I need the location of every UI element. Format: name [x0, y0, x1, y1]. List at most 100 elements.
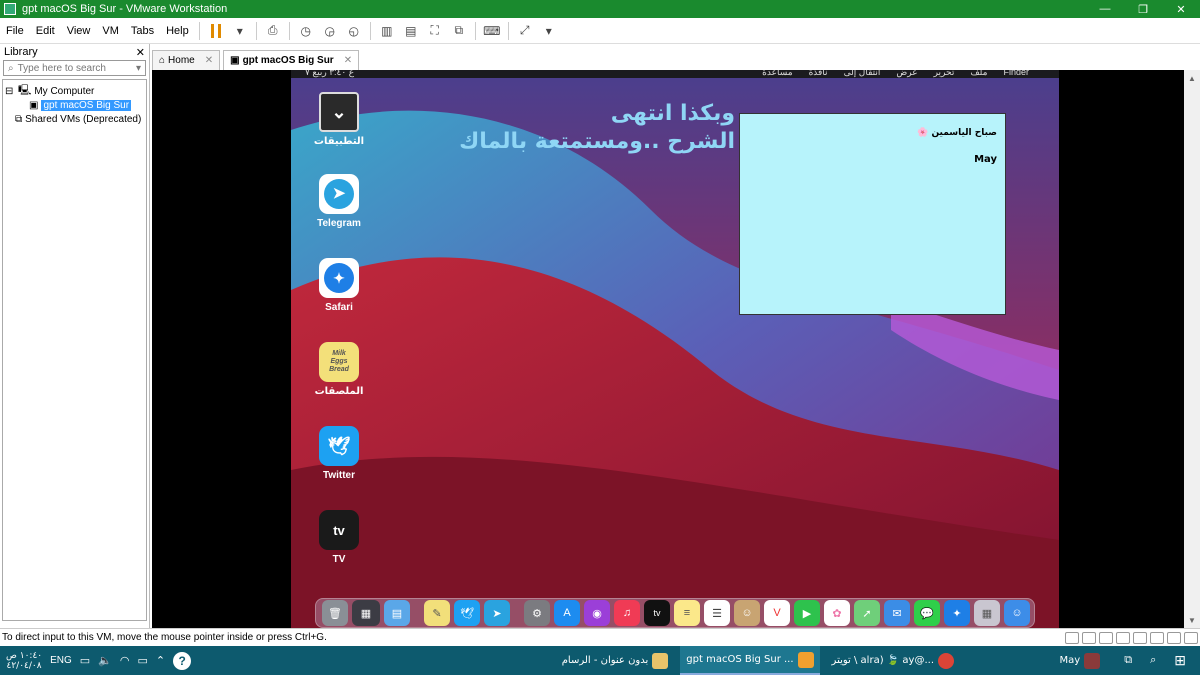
desktop-icon-telegram[interactable]: ➤ Telegram	[311, 174, 367, 229]
minimize-button[interactable]: —	[1086, 0, 1124, 18]
close-button[interactable]: ✕	[1162, 0, 1200, 18]
message-log-icon[interactable]	[1184, 631, 1198, 644]
mac-menu-window[interactable]: نافذة	[809, 70, 828, 77]
stretch-guest-icon[interactable]: ⤢	[513, 21, 537, 41]
taskbar-clock[interactable]: ١٠:٤٠ ص ٤٢/٠٤/٠٨	[6, 651, 42, 671]
collapse-icon[interactable]: ⊟	[5, 86, 15, 97]
network-adapter-icon[interactable]	[1099, 631, 1113, 644]
close-icon[interactable]: ✕	[205, 55, 213, 66]
dropdown-arrow-icon[interactable]: ▾	[228, 21, 252, 41]
tab-vm[interactable]: ▣ gpt macOS Big Sur ✕	[223, 50, 360, 70]
close-icon[interactable]: ✕	[344, 55, 352, 66]
language-indicator[interactable]: ENG	[50, 655, 72, 666]
podcasts-icon[interactable]: ◉	[584, 600, 610, 626]
media-browser-icon[interactable]: ▦	[352, 600, 380, 626]
mac-menu-view[interactable]: عرض	[896, 70, 917, 77]
music-icon[interactable]: ♫	[614, 600, 640, 626]
folder-icon[interactable]: ▤	[384, 600, 410, 626]
snapshot-icon[interactable]: ◷	[294, 21, 318, 41]
full-screen-icon[interactable]: ⛶	[423, 21, 447, 41]
reminders-icon[interactable]: ☰	[704, 600, 730, 626]
taskbar-app-chrome[interactable]: تويتر \ alra) 🍃 ay@...	[826, 646, 960, 675]
printer-icon[interactable]	[1133, 631, 1147, 644]
clock-date: ٤٢/٠٤/٠٨	[6, 660, 42, 671]
revert-snapshot-icon[interactable]: ◶	[318, 21, 342, 41]
desktop-icon-applications[interactable]: ⌄ التطبيقات	[311, 92, 367, 147]
desktop-icon-tv[interactable]: tv TV	[311, 510, 367, 565]
tree-item-shared-vms[interactable]: ⧉ Shared VMs (Deprecated)	[5, 112, 144, 126]
sound-card-icon[interactable]	[1150, 631, 1164, 644]
mac-menu-go[interactable]: انتقال إلى	[844, 70, 881, 77]
sticky-note-window[interactable]: صباح الياسمين 🌸 May	[739, 113, 1006, 315]
close-icon[interactable]: ✕	[136, 46, 145, 59]
send-ctrl-alt-del-icon[interactable]: ⎙	[261, 21, 285, 41]
chevron-up-icon[interactable]: ⌃	[156, 654, 165, 667]
mail-icon[interactable]: ✉	[884, 600, 910, 626]
notes-icon[interactable]: ≡	[674, 600, 700, 626]
unity-icon[interactable]: ⧉	[447, 21, 471, 41]
menu-edit[interactable]: Edit	[30, 25, 61, 37]
mac-menu-file[interactable]: ملف	[970, 70, 987, 77]
contacts-icon[interactable]: ☺	[734, 600, 760, 626]
taskbar-app-paint[interactable]: بدون عنوان - الرسام	[556, 646, 675, 675]
desktop-icon-stickies[interactable]: Milk Eggs Bread الملصقات	[311, 342, 367, 397]
mac-menu-edit[interactable]: تحرير	[934, 70, 955, 77]
usb-device-icon[interactable]	[1116, 631, 1130, 644]
thumbnail-bar-icon[interactable]: ▤	[399, 21, 423, 41]
volume-icon[interactable]: 🔈	[98, 654, 112, 667]
messages-icon[interactable]: 💬	[914, 600, 940, 626]
finder-icon[interactable]: ☺	[1004, 600, 1030, 626]
scroll-up-icon[interactable]: ▲	[1184, 70, 1200, 86]
notifications-icon[interactable]: ▭	[80, 654, 90, 667]
tree-item-my-computer[interactable]: ⊟ 🖳 My Computer	[5, 84, 144, 98]
photos-icon[interactable]: ✿	[824, 600, 850, 626]
search-icon[interactable]: ⌕	[1150, 654, 1156, 667]
menu-view[interactable]: View	[61, 25, 97, 37]
mac-menu-finder[interactable]: Finder	[1003, 70, 1029, 77]
tab-home[interactable]: ⌂ Home ✕	[152, 50, 221, 70]
calendar-icon[interactable]: V	[764, 600, 790, 626]
apple-tv-icon[interactable]: tv	[644, 600, 670, 626]
task-view-icon[interactable]: ⧉	[1124, 654, 1132, 667]
library-search-input[interactable]: ⌕ Type here to search ▾	[3, 60, 146, 76]
facetime-icon[interactable]: ▶	[794, 600, 820, 626]
desktop-icon-twitter[interactable]: 🕊 Twitter	[311, 426, 367, 481]
launchpad-icon[interactable]: ▦	[974, 600, 1000, 626]
app-store-icon[interactable]: A	[554, 600, 580, 626]
menu-vm[interactable]: VM	[96, 25, 125, 37]
maps-icon[interactable]: ➚	[854, 600, 880, 626]
tree-item-vm[interactable]: ▣ gpt macOS Big Sur	[5, 98, 144, 112]
cd-drive-icon[interactable]	[1082, 631, 1096, 644]
trash-icon[interactable]: 🗑	[322, 600, 348, 626]
hard-disk-icon[interactable]	[1065, 631, 1079, 644]
mac-menu-help[interactable]: مساعدة	[762, 70, 792, 77]
scroll-down-icon[interactable]: ▼	[1184, 612, 1200, 628]
macos-screen[interactable]: مساعدة نافذة انتقال إلى عرض تحرير ملف Fi…	[291, 70, 1059, 628]
vertical-scrollbar[interactable]: ▲ ▼	[1184, 70, 1200, 628]
battery-icon[interactable]: ▭	[138, 654, 148, 667]
stickies-icon[interactable]: ✎	[424, 600, 450, 626]
twitter-icon[interactable]: 🕊	[454, 600, 480, 626]
dropdown-arrow-icon[interactable]: ▾	[537, 21, 561, 41]
help-icon[interactable]: ?	[173, 651, 192, 670]
snapshot-manager-icon[interactable]: ◵	[342, 21, 366, 41]
display-icon[interactable]	[1167, 631, 1181, 644]
menu-file[interactable]: File	[0, 25, 30, 37]
windows-start-icon[interactable]: ⊞	[1174, 652, 1186, 669]
library-header: Library ✕	[0, 44, 149, 60]
pause-icon[interactable]	[204, 21, 228, 41]
telegram-icon[interactable]: ➤	[484, 600, 510, 626]
menu-tabs[interactable]: Tabs	[125, 25, 160, 37]
chevron-down-icon[interactable]: ▾	[136, 63, 141, 74]
menu-help[interactable]: Help	[160, 25, 195, 37]
status-hint: To direct input to this VM, move the mou…	[2, 632, 327, 643]
taskbar-app-vmware[interactable]: gpt macOS Big Sur ...	[680, 646, 820, 675]
system-preferences-icon[interactable]: ⚙	[524, 600, 550, 626]
desktop-icon-safari[interactable]: ✦ Safari	[311, 258, 367, 313]
show-library-icon[interactable]: ▥	[375, 21, 399, 41]
restore-button[interactable]: ❐	[1124, 0, 1162, 18]
safari-icon[interactable]: ✦	[944, 600, 970, 626]
taskbar-app-photo[interactable]: May	[1054, 646, 1107, 675]
console-view-icon[interactable]: ⌨	[480, 21, 504, 41]
wifi-icon[interactable]: ◠	[120, 654, 130, 667]
